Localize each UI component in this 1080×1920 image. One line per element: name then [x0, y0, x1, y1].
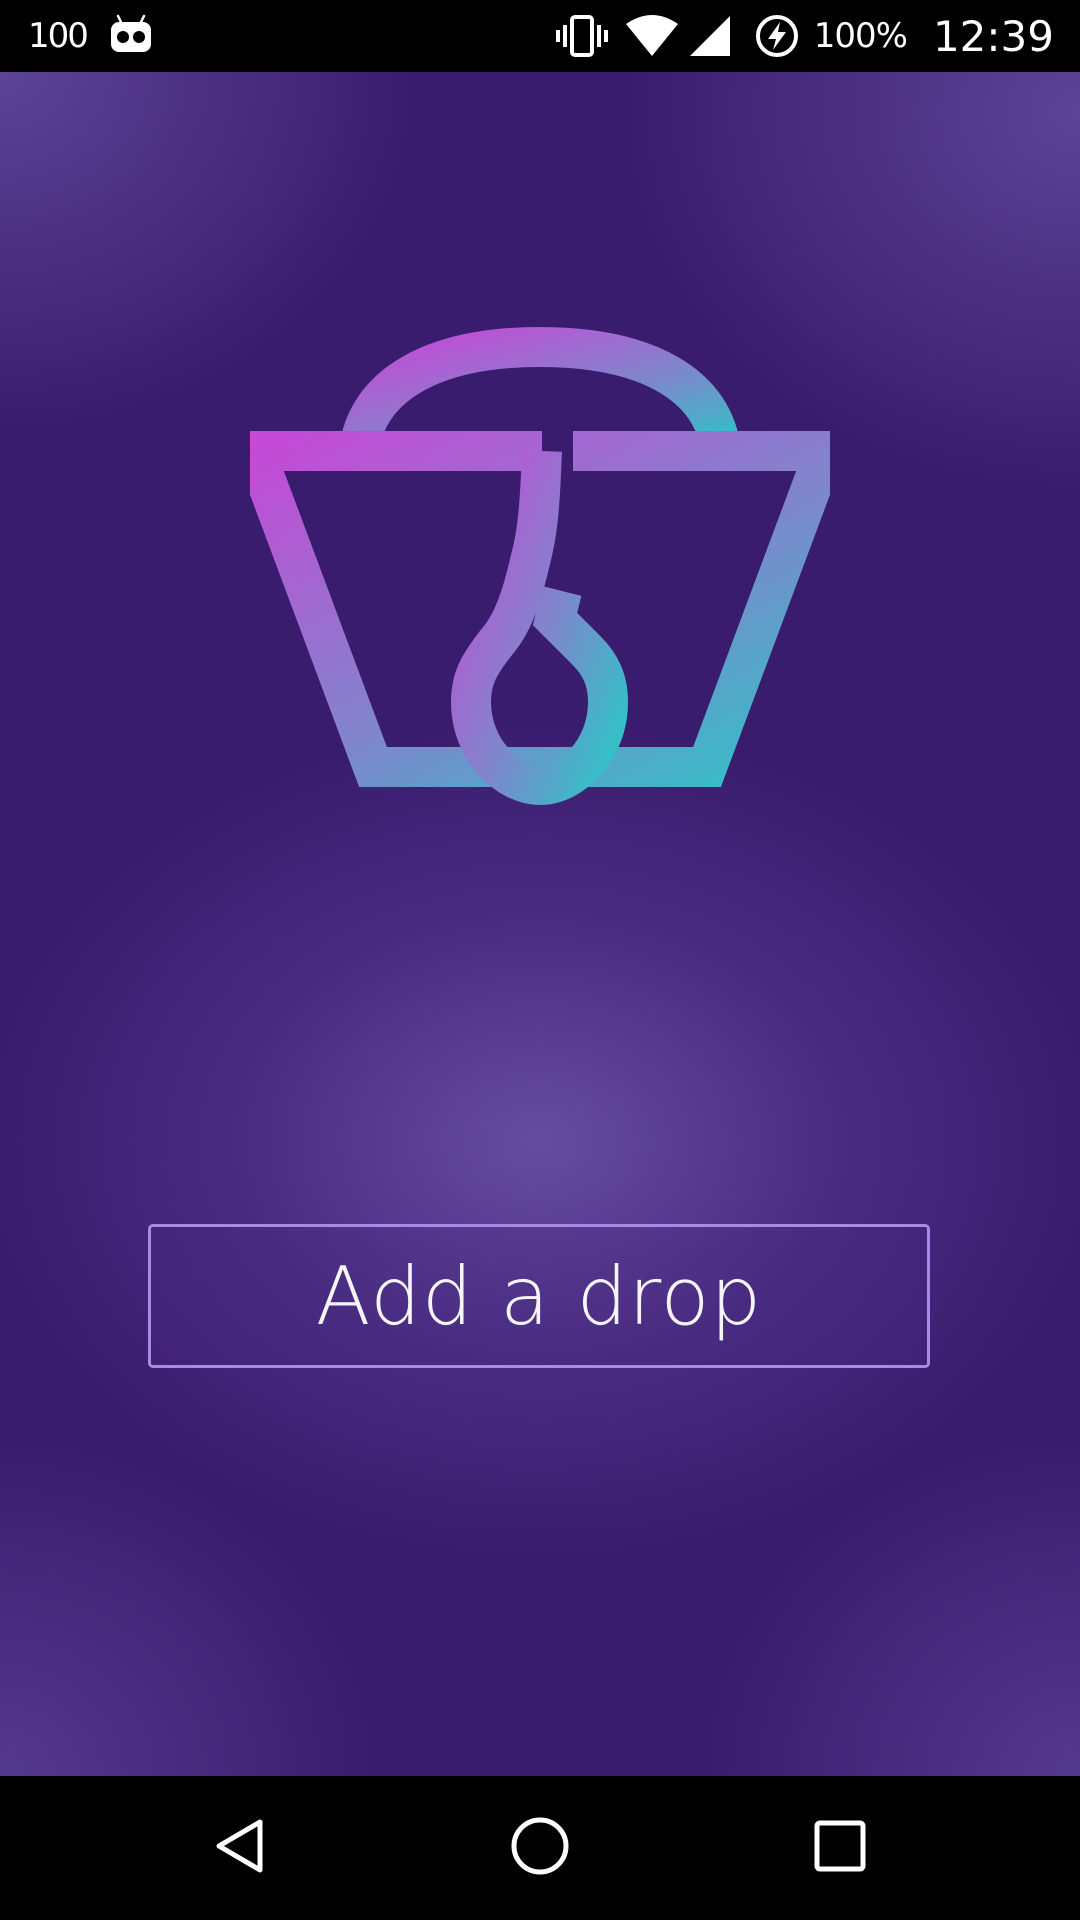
status-bar: 100 100% 12:39 — [0, 0, 1080, 72]
add-drop-button[interactable]: Add a drop — [148, 1224, 930, 1368]
notification-count: 100 — [28, 16, 89, 56]
recents-square-icon — [812, 1818, 868, 1878]
recents-button[interactable] — [750, 1776, 930, 1920]
wifi-icon — [624, 14, 680, 58]
home-button[interactable] — [450, 1776, 630, 1920]
battery-charging-icon — [754, 13, 800, 59]
back-button[interactable] — [150, 1776, 330, 1920]
nav-bar — [0, 1776, 1080, 1920]
battery-percent: 100% — [813, 16, 908, 56]
vibrate-icon — [554, 14, 610, 58]
screen: 100 100% 12:39 Add a drop — [0, 0, 1080, 1920]
status-right: 100% 12:39 — [554, 0, 1054, 72]
clock: 12:39 — [932, 11, 1054, 61]
back-triangle-icon — [210, 1816, 270, 1880]
add-drop-label: Add a drop — [315, 1249, 763, 1343]
cell-signal-icon — [688, 14, 732, 58]
app-content: Add a drop — [0, 72, 1080, 1776]
android-robot-icon — [109, 14, 153, 58]
bucket-drop-logo-icon — [226, 326, 854, 897]
home-circle-icon — [508, 1814, 572, 1882]
status-left: 100 — [28, 0, 153, 72]
